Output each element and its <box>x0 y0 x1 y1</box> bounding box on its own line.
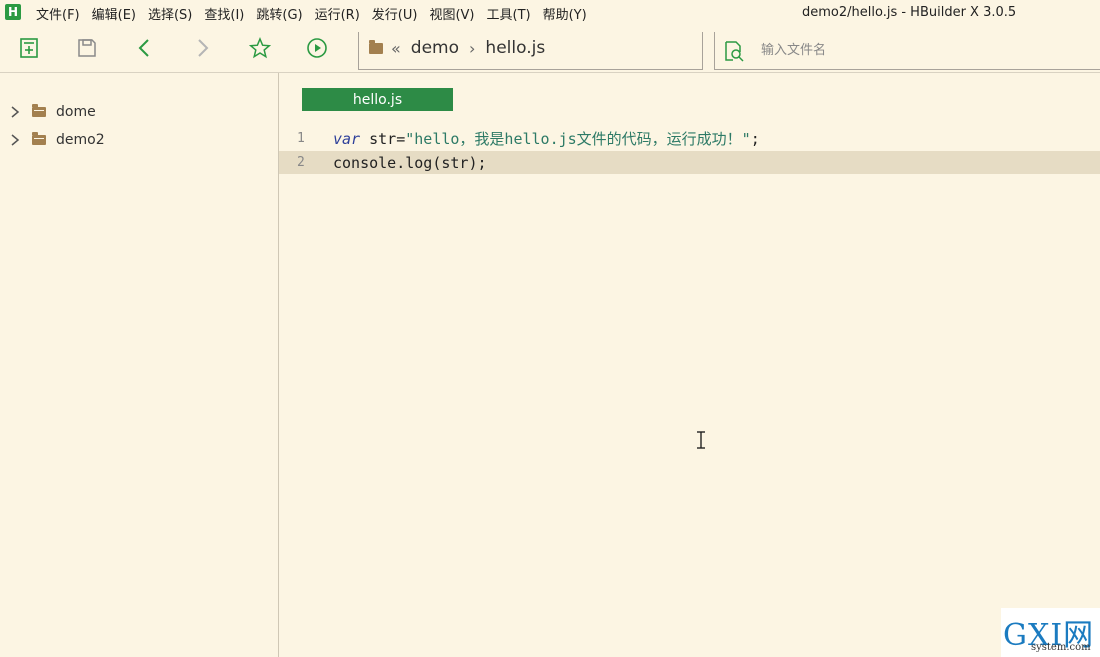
menu-select[interactable]: 选择(S) <box>142 4 198 23</box>
forward-button[interactable] <box>190 36 214 60</box>
run-icon <box>307 38 327 58</box>
project-explorer: dome demo2 <box>0 73 279 657</box>
breadcrumb-folder[interactable]: demo <box>411 38 459 58</box>
code-identifier: str= <box>360 130 406 148</box>
text-cursor-icon <box>697 431 705 449</box>
code-string: "hello，我是hello.js文件的代码，运行成功！" <box>405 130 751 148</box>
menu-goto[interactable]: 跳转(G) <box>250 4 308 23</box>
run-button[interactable] <box>305 36 329 60</box>
tree-item-label: demo2 <box>56 132 105 148</box>
window-title: demo2/hello.js - HBuilder X 3.0.5 <box>802 5 1017 20</box>
watermark-sub: system.com <box>1031 642 1091 653</box>
code-text: var str="hello，我是hello.js文件的代码，运行成功！"; <box>333 128 760 149</box>
new-file-button[interactable] <box>17 36 41 60</box>
code-line[interactable]: 1 var str="hello，我是hello.js文件的代码，运行成功！"; <box>279 127 1100 150</box>
hbuilder-window: H 文件(F) 编辑(E) 选择(S) 查找(I) 跳转(G) 运行(R) 发行… <box>0 0 1100 657</box>
breadcrumb-file[interactable]: hello.js <box>485 38 545 58</box>
folder-icon <box>369 39 383 54</box>
chevron-right-icon[interactable] <box>8 133 22 147</box>
code-keyword: var <box>333 130 361 148</box>
forward-icon <box>198 39 209 57</box>
code-line-current[interactable]: 2 console.log(str); <box>279 151 1100 174</box>
code-punct: ; <box>750 130 760 148</box>
menu-items: 文件(F) 编辑(E) 选择(S) 查找(I) 跳转(G) 运行(R) 发行(U… <box>30 4 593 23</box>
menu-tools[interactable]: 工具(T) <box>481 4 537 23</box>
menu-bar: H 文件(F) 编辑(E) 选择(S) 查找(I) 跳转(G) 运行(R) 发行… <box>0 0 1100 26</box>
folder-icon <box>32 104 46 117</box>
code-text: console.log(str); <box>333 153 487 172</box>
breadcrumb: « demo › hello.js <box>358 32 703 70</box>
menu-view[interactable]: 视图(V) <box>423 4 480 23</box>
breadcrumb-back-icon[interactable]: « <box>391 39 401 58</box>
menu-help[interactable]: 帮助(Y) <box>537 4 593 23</box>
tree-item-dome[interactable]: dome <box>8 101 96 123</box>
menu-run[interactable]: 运行(R) <box>309 4 366 23</box>
back-icon <box>138 39 149 57</box>
app-logo-icon: H <box>5 4 21 20</box>
tree-item-demo2[interactable]: demo2 <box>8 129 105 151</box>
tree-item-label: dome <box>56 104 96 120</box>
menu-find[interactable]: 查找(I) <box>198 4 250 23</box>
chevron-right-icon: › <box>469 38 476 58</box>
file-search-input[interactable] <box>761 40 1061 60</box>
file-search-icon[interactable] <box>723 40 745 62</box>
favorite-star-icon <box>249 37 271 59</box>
save-icon <box>78 39 96 57</box>
file-search <box>714 32 1100 70</box>
menu-file[interactable]: 文件(F) <box>30 4 86 23</box>
toolbar: « demo › hello.js <box>0 26 1100 72</box>
code-editor[interactable]: hello.js 1 var str="hello，我是hello.js文件的代… <box>279 73 1100 657</box>
save-button[interactable] <box>75 36 99 60</box>
back-button[interactable] <box>133 36 157 60</box>
tab-hello-js[interactable]: hello.js <box>302 88 453 111</box>
chevron-right-icon[interactable] <box>8 105 22 119</box>
menu-edit[interactable]: 编辑(E) <box>86 4 142 23</box>
line-number: 2 <box>297 155 305 170</box>
folder-icon <box>32 132 46 145</box>
watermark-logo: GXI网 system.com <box>1001 608 1100 657</box>
favorite-button[interactable] <box>248 36 272 60</box>
menu-publish[interactable]: 发行(U) <box>366 4 424 23</box>
line-number: 1 <box>297 131 305 146</box>
new-file-icon <box>20 38 38 58</box>
